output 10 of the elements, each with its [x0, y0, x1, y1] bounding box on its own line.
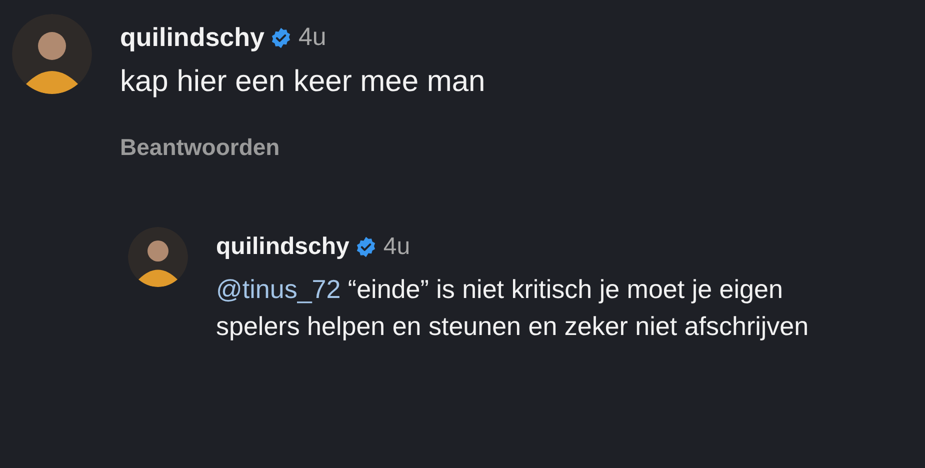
mention-link[interactable]: @tinus_72 — [216, 274, 341, 304]
comment-time: 4u — [298, 22, 326, 53]
avatar-silhouette-icon[interactable] — [12, 14, 92, 94]
username[interactable]: quilindschy — [120, 18, 264, 57]
reply-text: @tinus_72 “einde” is niet kritisch je moet je eigen spelers helpen en steunen en zeker niet afschrijven — [216, 272, 810, 342]
username[interactable]: quilindschy — [216, 228, 350, 264]
avatar-silhouette-icon[interactable] — [128, 226, 188, 286]
comment-time: 4u — [383, 232, 410, 262]
reply-link[interactable]: Beantwoorden — [120, 130, 280, 164]
comment-text: kap hier een keer mee man — [120, 64, 486, 100]
